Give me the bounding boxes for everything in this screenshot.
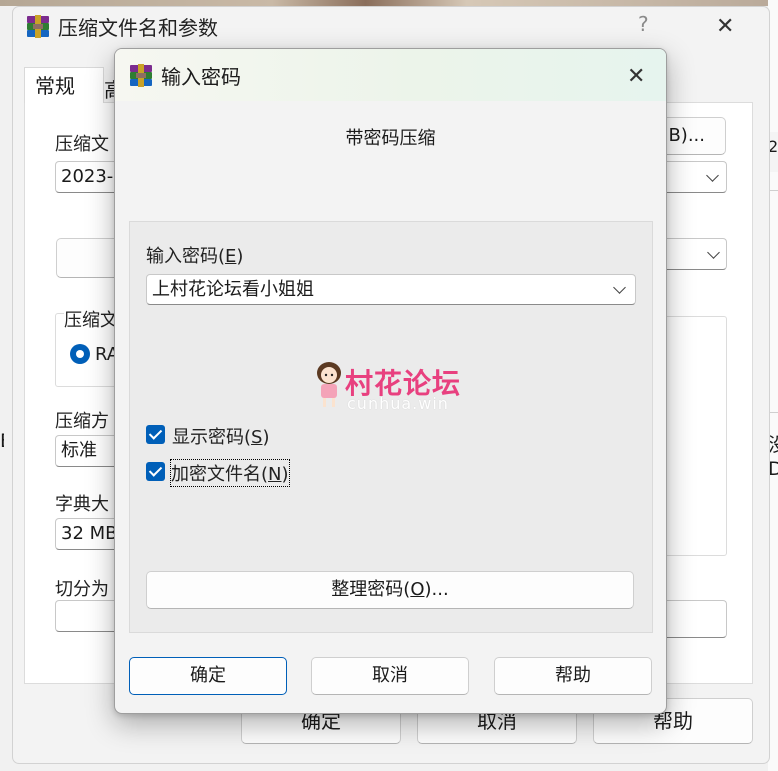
show-password-label: 显示密码(S): [172, 423, 372, 449]
encrypt-filenames-hotkey: N: [268, 464, 282, 485]
help-icon[interactable]: ?: [638, 12, 649, 36]
enter-password-text: 输入密码(: [146, 246, 226, 267]
encrypt-filenames-checkbox[interactable]: [146, 462, 165, 481]
close-icon[interactable]: ✕: [627, 66, 645, 88]
compression-method-value: 标准: [61, 440, 97, 461]
enter-password-hotkey: E: [225, 246, 237, 267]
rar-radio[interactable]: [70, 344, 90, 364]
encrypt-filenames-text: 加密文件名(: [171, 464, 269, 485]
close-icon[interactable]: ✕: [716, 16, 734, 38]
show-password-text: 显示密码(: [172, 427, 252, 448]
password-value: 上村花论坛看小姐姐: [152, 279, 314, 300]
winrar-icon: [27, 15, 49, 38]
organize-passwords-suffix: )...: [424, 579, 449, 600]
chevron-down-icon: [613, 281, 626, 294]
compression-method-label: 压缩方: [55, 411, 109, 432]
password-input[interactable]: 上村花论坛看小姐姐: [146, 274, 636, 305]
archive-format-label: 压缩文: [64, 306, 116, 332]
enter-password-label: 输入密码(E): [146, 242, 346, 268]
label-close-paren: ): [281, 464, 289, 485]
password-dialog: 输入密码 ✕ 带密码压缩 输入密码(E) 上村花论坛看小姐姐 村花论坛 cunh…: [114, 48, 667, 714]
archive-dialog-title: 压缩文件名和参数: [58, 16, 218, 40]
password-help-button[interactable]: 帮助: [494, 657, 652, 695]
winrar-icon: [130, 64, 152, 87]
dictionary-size-label: 字典大: [55, 494, 109, 515]
chevron-down-icon: [707, 246, 720, 259]
label-close-paren: ): [262, 427, 270, 448]
background-left-text: B: [0, 430, 4, 454]
password-cancel-button[interactable]: 取消: [311, 657, 469, 695]
chevron-down-icon: [706, 169, 719, 182]
organize-passwords-hotkey: O: [410, 579, 425, 600]
organize-passwords-button[interactable]: 整理密码(O)...: [146, 571, 634, 609]
dictionary-size-value: 32 MB: [61, 523, 118, 544]
show-password-checkbox[interactable]: [146, 425, 165, 444]
password-dialog-title: 输入密码: [161, 65, 241, 89]
password-ok-button[interactable]: 确定: [129, 657, 287, 695]
split-volumes-label: 切分为: [55, 579, 109, 600]
encrypt-filenames-label: 加密文件名(N): [170, 459, 290, 487]
tab-general[interactable]: 常规: [24, 67, 104, 103]
archive-name-label: 压缩文: [55, 134, 109, 155]
cartoon-girl-logo: [317, 362, 341, 407]
browse-button-label: (B)...: [661, 125, 705, 146]
organize-passwords-text: 整理密码(: [331, 579, 411, 600]
password-dialog-heading: 带密码压缩: [345, 128, 436, 149]
watermark-subtitle: cunhua.win: [347, 394, 449, 413]
show-password-hotkey: S: [251, 427, 263, 448]
label-close-paren: ): [236, 246, 244, 267]
